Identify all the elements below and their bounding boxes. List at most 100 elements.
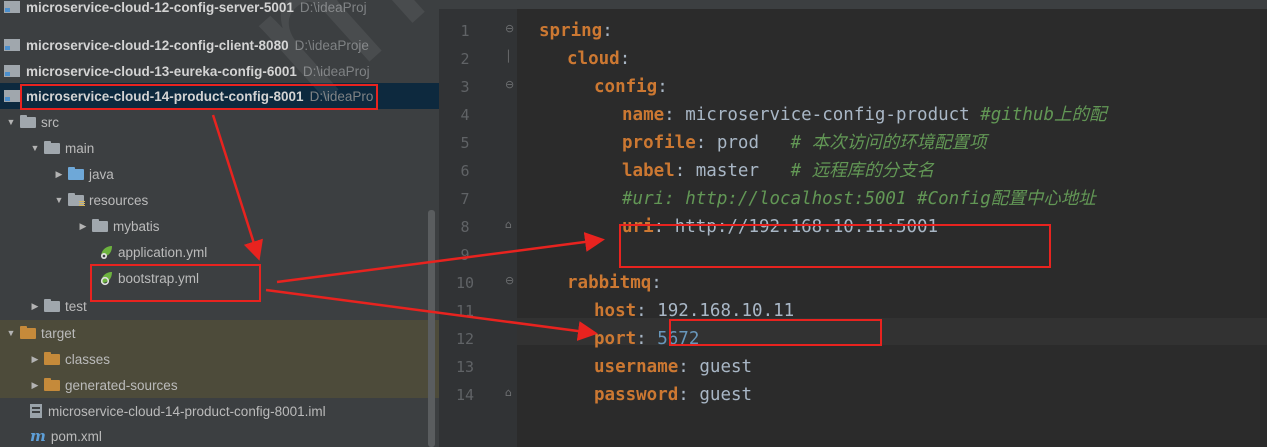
tree-item-label: microservice-cloud-14-product-config-800… <box>48 403 326 419</box>
source-folder-icon <box>68 166 84 180</box>
line-number: 13 <box>455 358 475 376</box>
highlight-box-bootstrap <box>90 264 261 302</box>
tree-scrollbar[interactable] <box>428 210 435 447</box>
line-number: 14 <box>455 386 475 404</box>
yaml-key: spring <box>539 21 603 41</box>
tree-item-label: microservice-cloud-12-config-client-8080 <box>26 37 289 53</box>
chevron-down-icon[interactable]: ▼ <box>4 328 18 338</box>
tree-item-iml[interactable]: microservice-cloud-14-product-config-800… <box>0 398 439 424</box>
yaml-key: username <box>594 357 679 377</box>
fold-line-icon: │ <box>505 50 512 63</box>
editor-tab-strip <box>439 0 1267 9</box>
yaml-colon: : <box>695 133 707 153</box>
line-number: 5 <box>460 134 470 152</box>
yaml-comment: # 本次访问的环境配置项 <box>790 133 987 153</box>
tree-item-pom[interactable]: m pom.xml <box>0 423 439 447</box>
folder-icon <box>44 298 60 312</box>
tree-item-main[interactable]: ▼ main <box>0 135 439 161</box>
line-number: 4 <box>460 106 470 124</box>
fold-open-icon[interactable]: ⊖ <box>505 78 514 91</box>
code-line-7[interactable]: #uri: http://localhost:5001 #Config配置中心地… <box>622 186 1096 212</box>
tree-item-java[interactable]: ▶ java <box>0 161 439 187</box>
module-icon <box>4 65 20 77</box>
folder-icon <box>20 114 36 128</box>
folder-icon <box>92 218 108 232</box>
tree-item-label: src <box>41 114 59 130</box>
yaml-colon: : <box>674 161 686 181</box>
tree-item-application-yml[interactable]: application.yml <box>0 239 439 265</box>
line-number: 8 <box>460 218 470 236</box>
code-line-14[interactable]: password: guest <box>594 382 752 408</box>
chevron-right-icon[interactable]: ▶ <box>28 354 42 365</box>
chevron-right-icon[interactable]: ▶ <box>28 301 42 312</box>
tree-item-label: java <box>89 166 114 182</box>
chevron-down-icon[interactable]: ▼ <box>52 195 66 205</box>
fold-open-icon[interactable]: ⊖ <box>505 274 514 287</box>
tree-item-label: classes <box>65 351 111 367</box>
module-icon <box>4 1 20 13</box>
tree-item-generated-sources[interactable]: ▶ generated-sources <box>0 372 439 398</box>
tree-item-mybatis[interactable]: ▶ mybatis <box>0 213 439 239</box>
module-icon <box>4 90 20 102</box>
tree-item-label: application.yml <box>118 244 208 260</box>
line-number: 10 <box>455 274 475 292</box>
yaml-colon: : <box>657 77 668 97</box>
tree-item-label: pom.xml <box>50 428 102 444</box>
tree-item-resources[interactable]: ▼ resources <box>0 187 439 213</box>
yaml-colon: : <box>678 385 689 405</box>
fold-end-icon[interactable]: ⌂ <box>505 218 512 231</box>
yaml-key: port <box>594 329 637 349</box>
tree-item-label: test <box>65 298 87 314</box>
line-number: 3 <box>460 78 470 96</box>
yaml-colon: : <box>619 49 631 69</box>
code-line-2[interactable]: cloud: <box>567 46 630 72</box>
line-number: 9 <box>460 246 470 264</box>
code-line-4[interactable]: name: microservice-config-product #githu… <box>622 102 1107 128</box>
yaml-key: label <box>622 161 675 181</box>
chevron-right-icon[interactable]: ▶ <box>28 380 42 391</box>
tree-item-label: mybatis <box>113 218 160 234</box>
yaml-colon: : <box>636 329 658 349</box>
yaml-key: cloud <box>567 49 620 69</box>
highlight-box-uri <box>619 224 1051 268</box>
yaml-comment: # 远程库的分支名 <box>790 161 935 181</box>
fold-end-icon[interactable]: ⌂ <box>505 386 512 399</box>
code-line-10[interactable]: rabbitmq: <box>567 270 662 296</box>
yaml-colon: : <box>651 273 662 293</box>
excluded-folder-icon <box>20 325 36 339</box>
yaml-key: rabbitmq <box>567 273 652 293</box>
folder-icon <box>44 140 60 154</box>
spring-leaf-icon <box>98 244 114 260</box>
chevron-right-icon[interactable]: ▶ <box>76 221 90 232</box>
highlight-box-host <box>669 319 882 346</box>
tree-item-label: resources <box>89 192 149 208</box>
code-line-6[interactable]: label: master # 远程库的分支名 <box>622 158 934 184</box>
yaml-value: guest <box>688 357 753 377</box>
iml-file-icon <box>30 404 42 418</box>
yaml-colon: : <box>664 105 675 125</box>
line-number: 7 <box>460 190 470 208</box>
yaml-value: prod <box>706 133 791 153</box>
tree-item-label: generated-sources <box>65 377 178 393</box>
tree-item-target[interactable]: ▼ target <box>0 320 439 346</box>
chevron-down-icon[interactable]: ▼ <box>4 117 18 127</box>
tree-item-classes[interactable]: ▶ classes <box>0 346 439 372</box>
fold-open-icon[interactable]: ⊖ <box>505 22 514 35</box>
line-number: 2 <box>460 50 470 68</box>
maven-icon: m <box>30 427 46 445</box>
code-line-3[interactable]: config: <box>594 74 668 100</box>
yaml-value: 192.168.10.11 <box>657 301 795 321</box>
highlight-box-module <box>20 84 378 110</box>
yaml-comment: #uri: http://localhost:5001 #Config配置中心地… <box>622 189 1096 209</box>
excluded-folder-icon <box>44 351 60 365</box>
code-line-13[interactable]: username: guest <box>594 354 752 380</box>
yaml-key: profile <box>622 133 696 153</box>
yaml-colon: : <box>602 21 613 41</box>
yaml-value: master <box>685 161 791 181</box>
yaml-colon: : <box>678 357 689 377</box>
code-line-1[interactable]: spring: <box>539 18 613 44</box>
chevron-down-icon[interactable]: ▼ <box>28 143 42 153</box>
line-number: 12 <box>455 330 475 348</box>
chevron-right-icon[interactable]: ▶ <box>52 169 66 180</box>
code-line-5[interactable]: profile: prod # 本次访问的环境配置项 <box>622 130 987 156</box>
